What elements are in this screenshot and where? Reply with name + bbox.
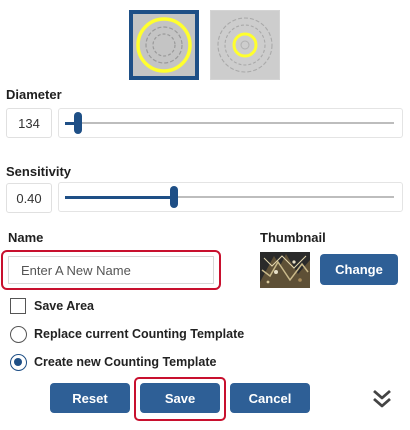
diameter-slider-track — [65, 122, 394, 124]
diameter-label: Diameter — [6, 87, 62, 102]
large-ring-preview-icon — [133, 14, 195, 76]
replace-template-radio[interactable] — [10, 326, 27, 343]
create-template-radio[interactable] — [10, 354, 27, 371]
change-thumbnail-button[interactable]: Change — [320, 254, 398, 285]
sensitivity-value[interactable]: 0.40 — [6, 183, 52, 213]
diameter-slider[interactable] — [58, 108, 403, 138]
sensitivity-label: Sensitivity — [6, 164, 72, 179]
cancel-button[interactable]: Cancel — [230, 383, 310, 413]
sensitivity-slider-fill — [65, 195, 174, 199]
name-label: Name — [8, 230, 44, 245]
thumbnail-image — [260, 252, 310, 288]
diameter-value[interactable]: 134 — [6, 108, 52, 138]
preset-large-ring[interactable] — [129, 10, 199, 80]
sensitivity-slider[interactable] — [58, 182, 403, 212]
save-area-label[interactable]: Save Area — [34, 299, 94, 313]
name-input-highlight — [1, 250, 221, 290]
thumbnail-preview-icon — [260, 252, 310, 288]
save-area-checkbox[interactable] — [10, 298, 26, 314]
small-ring-preview-icon — [211, 11, 279, 79]
create-template-label[interactable]: Create new Counting Template — [34, 355, 216, 369]
preset-small-ring[interactable] — [210, 10, 280, 80]
replace-template-label[interactable]: Replace current Counting Template — [34, 327, 244, 341]
name-input[interactable] — [8, 256, 214, 284]
save-button[interactable]: Save — [140, 383, 220, 413]
double-chevron-down-icon[interactable] — [369, 386, 395, 412]
sensitivity-slider-thumb[interactable] — [169, 186, 178, 208]
diameter-slider-thumb[interactable] — [74, 112, 83, 134]
thumbnail-label: Thumbnail — [260, 230, 326, 245]
reset-button[interactable]: Reset — [50, 383, 130, 413]
